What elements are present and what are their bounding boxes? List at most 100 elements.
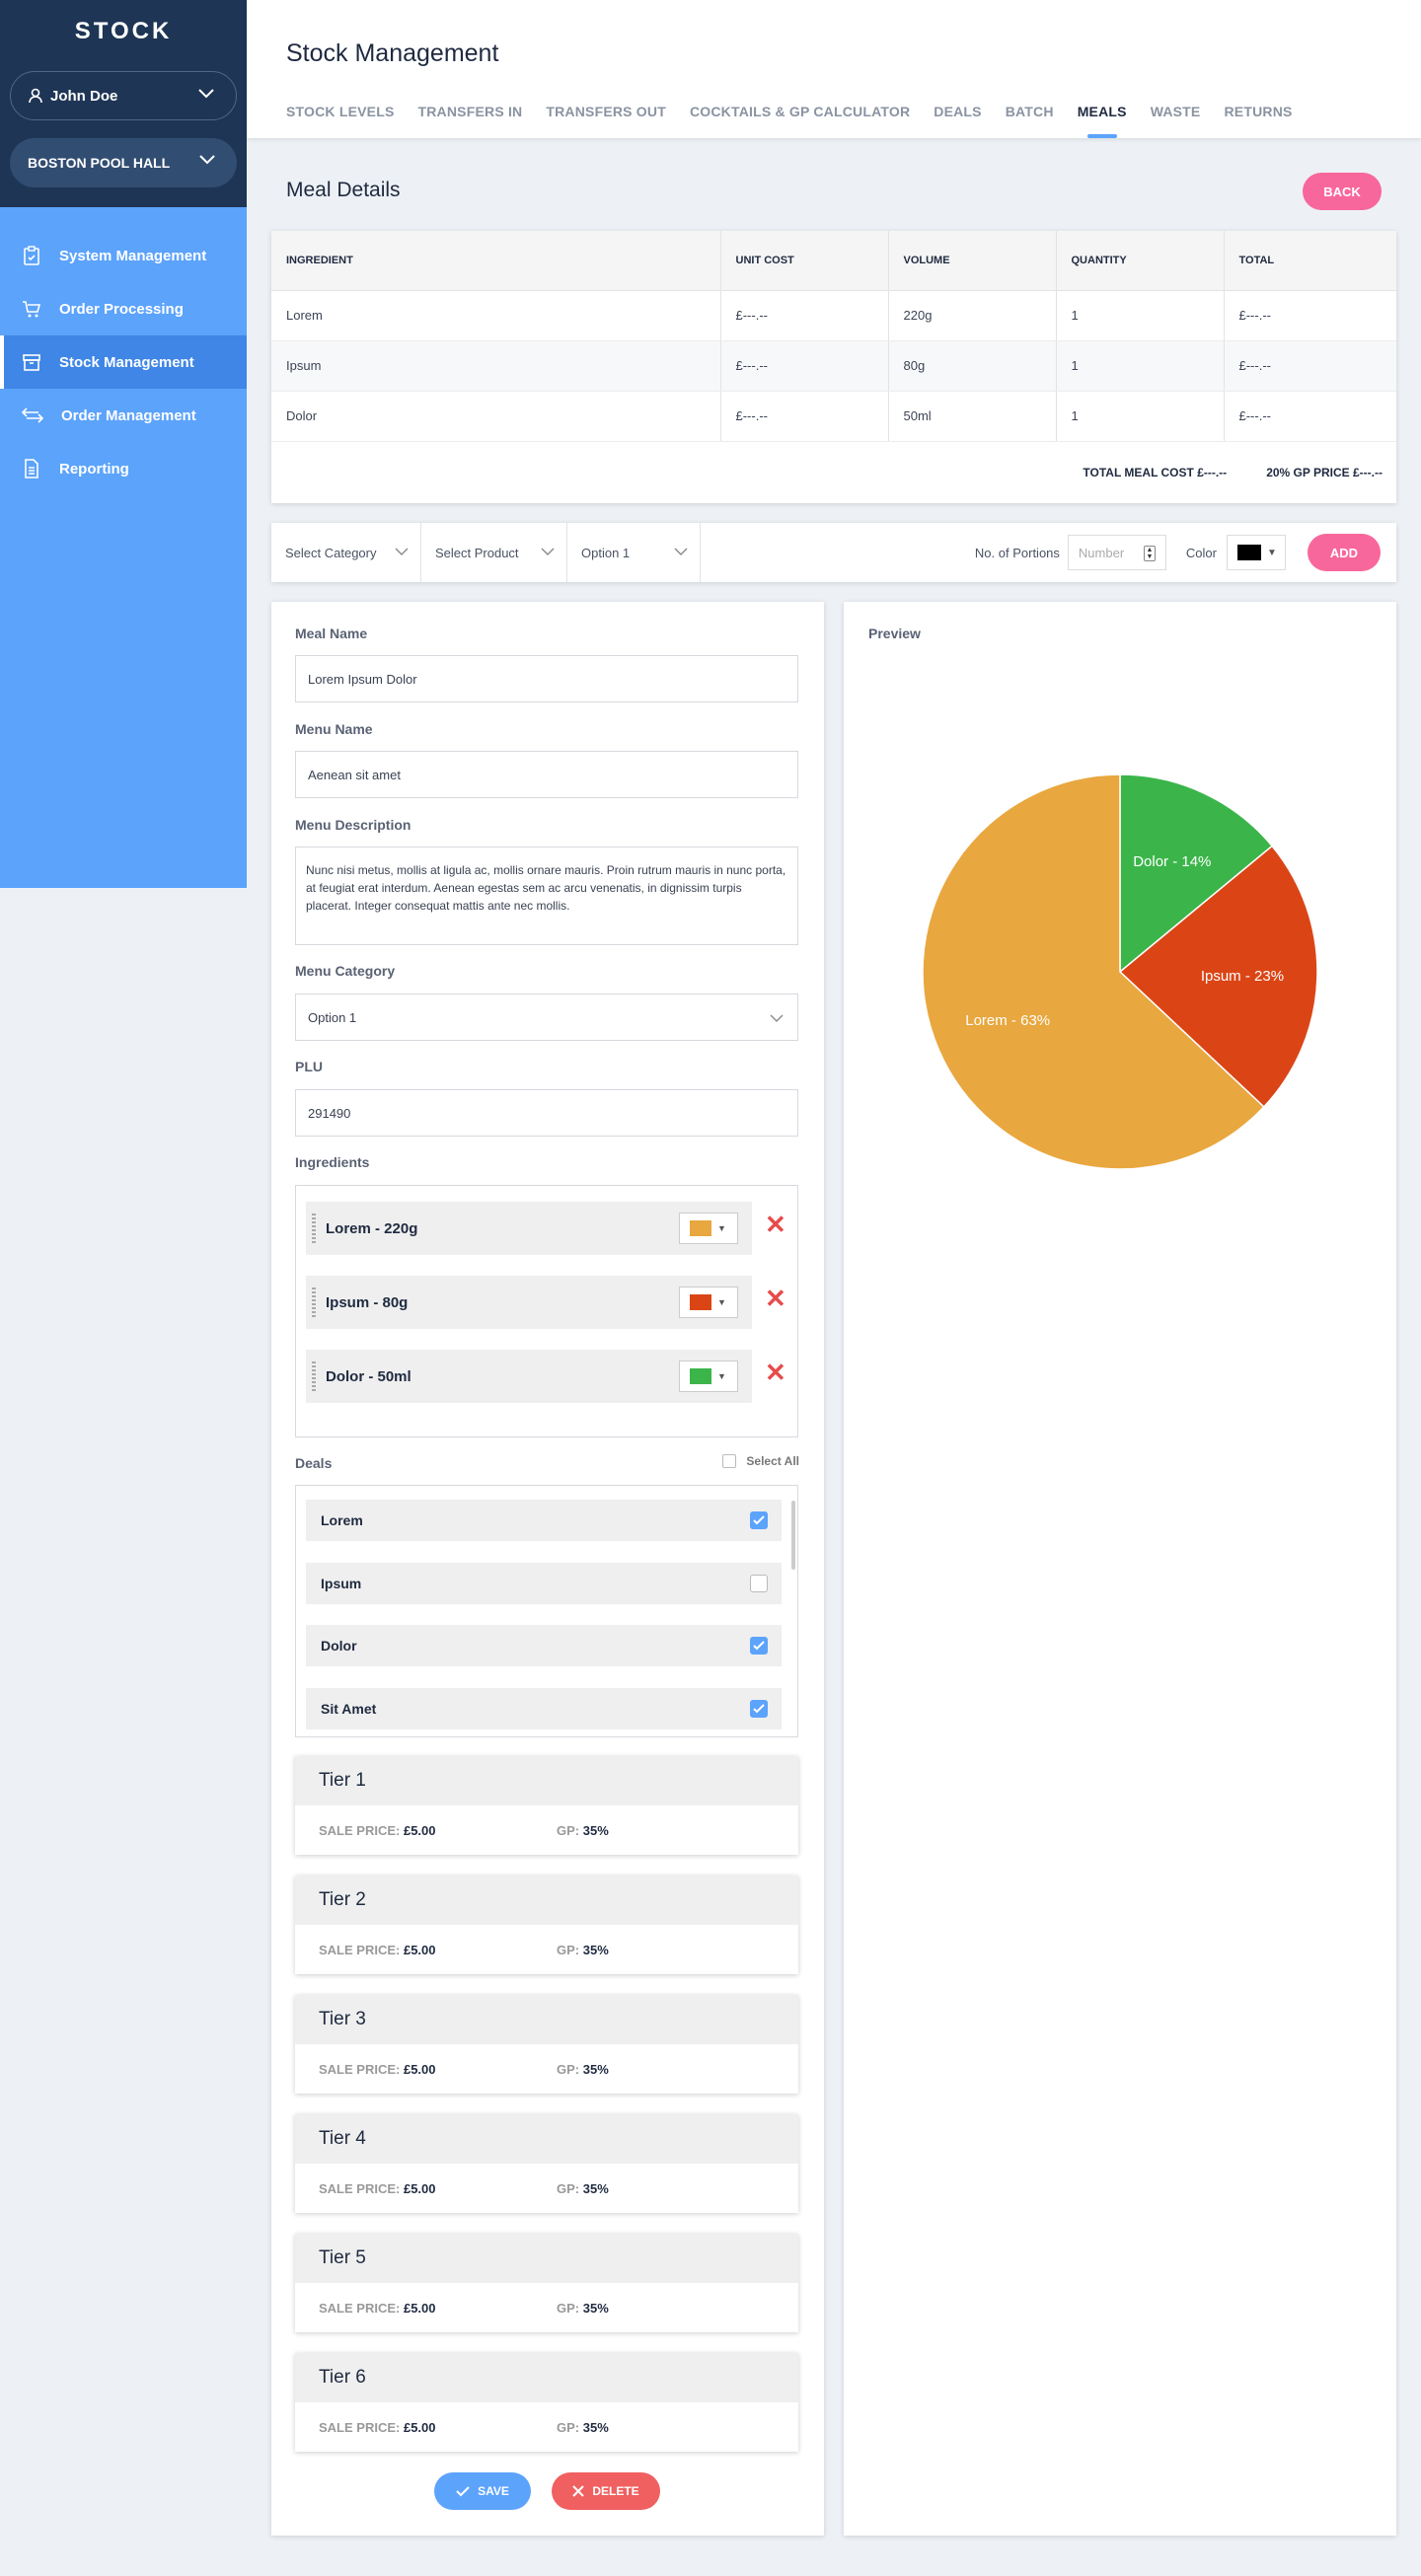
tier-card[interactable]: Tier 5 SALE PRICE: £5.00 GP: 35%	[295, 2234, 798, 2332]
ingredient-label: Dolor - 50ml	[326, 1367, 411, 1385]
sale-price-value: £5.00	[403, 2061, 436, 2077]
ingredient-item[interactable]: Lorem - 220g ▼	[306, 1202, 752, 1255]
column-header: TOTAL	[1223, 231, 1396, 291]
portions-input[interactable]: Number ▲ ▼	[1067, 535, 1166, 570]
tab-returns[interactable]: RETURNS	[1224, 104, 1292, 138]
sale-price-label: SALE PRICE:	[319, 2300, 401, 2316]
menu-name-label: Menu Name	[295, 721, 373, 737]
sidebar-item-order-management[interactable]: Order Management	[0, 389, 247, 442]
spinner-icon[interactable]: ▲ ▼	[1143, 546, 1156, 561]
sidebar-nav: System Management Order Processing Stock…	[0, 207, 247, 495]
remove-icon[interactable]: ✕	[765, 1210, 786, 1240]
meal-form-card: Meal Name Lorem Ipsum Dolor Menu Name Ae…	[271, 602, 824, 2536]
deal-label: Lorem	[321, 1512, 363, 1528]
deal-item[interactable]: Lorem	[306, 1500, 782, 1541]
ingredient-color-picker[interactable]: ▼	[679, 1213, 738, 1244]
pie-chart: Dolor - 14% Ipsum - 23% Lorem - 63%	[922, 773, 1318, 1170]
tier-card[interactable]: Tier 4 SALE PRICE: £5.00 GP: 35%	[295, 2114, 798, 2213]
color-swatch	[690, 1220, 711, 1236]
save-label: SAVE	[478, 2484, 509, 2498]
ingredient-item[interactable]: Dolor - 50ml ▼	[306, 1350, 752, 1403]
drag-handle-icon[interactable]	[312, 1214, 316, 1243]
tab-waste[interactable]: WASTE	[1151, 104, 1201, 138]
table-row: Dolor £---.-- 50ml 1 £---.--	[271, 391, 1396, 442]
sidebar-item-system-management[interactable]: System Management	[0, 229, 247, 282]
menu-category-select[interactable]: Option 1	[295, 994, 798, 1041]
save-button[interactable]: SAVE	[434, 2472, 531, 2510]
select-all[interactable]: Select All	[722, 1454, 799, 1468]
sale-price-label: SALE PRICE:	[319, 2180, 401, 2196]
tier-card[interactable]: Tier 2 SALE PRICE: £5.00 GP: 35%	[295, 1876, 798, 1974]
deal-item[interactable]: Dolor	[306, 1625, 782, 1666]
tab-batch[interactable]: BATCH	[1006, 104, 1054, 138]
sale-price-value: £5.00	[403, 2180, 436, 2196]
meal-name-input[interactable]: Lorem Ipsum Dolor	[295, 655, 798, 702]
sidebar-item-reporting[interactable]: Reporting	[0, 442, 247, 495]
gp-group: GP: 35%	[557, 2062, 609, 2077]
ingredient-color-picker[interactable]: ▼	[679, 1361, 738, 1392]
tier-card[interactable]: Tier 1 SALE PRICE: £5.00 GP: 35%	[295, 1756, 798, 1855]
cell: 1	[1055, 340, 1224, 392]
remove-icon[interactable]: ✕	[765, 1358, 786, 1388]
ingredients-table-card: INGREDIENT UNIT COST VOLUME QUANTITY TOT…	[271, 231, 1396, 503]
gp-label: GP:	[557, 2300, 580, 2316]
add-button[interactable]: ADD	[1308, 534, 1381, 571]
deal-item[interactable]: Ipsum	[306, 1563, 782, 1604]
tier-name: Tier 6	[295, 2353, 798, 2402]
deal-checkbox[interactable]	[750, 1511, 768, 1529]
ingredients-list: Lorem - 220g ▼ ✕ Ipsum - 80g ▼ ✕ Dolor -…	[295, 1185, 798, 1437]
column-header: VOLUME	[887, 231, 1056, 291]
column-header: UNIT COST	[719, 231, 888, 291]
drag-handle-icon[interactable]	[312, 1362, 316, 1391]
remove-icon[interactable]: ✕	[765, 1284, 786, 1314]
color-picker[interactable]: ▼	[1227, 535, 1286, 570]
deal-checkbox[interactable]	[750, 1637, 768, 1655]
tier-details: SALE PRICE: £5.00 GP: 35%	[295, 2283, 798, 2332]
user-menu[interactable]: John Doe	[10, 71, 237, 120]
cell: Lorem	[271, 290, 720, 341]
delete-label: DELETE	[592, 2484, 639, 2498]
deal-item[interactable]: Sit Amet	[306, 1688, 782, 1730]
drag-handle-icon[interactable]	[312, 1288, 316, 1317]
tier-details: SALE PRICE: £5.00 GP: 35%	[295, 2402, 798, 2452]
tab-transfers-out[interactable]: TRANSFERS OUT	[546, 104, 666, 138]
deal-label: Ipsum	[321, 1576, 362, 1591]
deal-checkbox[interactable]	[750, 1575, 768, 1592]
plu-input[interactable]: 291490	[295, 1089, 798, 1137]
portions-placeholder: Number	[1078, 545, 1125, 560]
tab-deals[interactable]: DEALS	[934, 104, 981, 138]
cell: £---.--	[719, 391, 888, 442]
ingredient-item[interactable]: Ipsum - 80g ▼	[306, 1276, 752, 1329]
deal-checkbox[interactable]	[750, 1700, 768, 1718]
sidebar-item-order-processing[interactable]: Order Processing	[0, 282, 247, 335]
tab-stock-levels[interactable]: STOCK LEVELS	[286, 104, 395, 138]
option-select[interactable]: Option 1	[567, 523, 701, 582]
tab-cocktails-gp-calculator[interactable]: COCKTAILS & GP CALCULATOR	[690, 104, 910, 138]
venue-selector[interactable]: BOSTON POOL HALL	[10, 138, 237, 187]
page-title: Stock Management	[286, 39, 499, 67]
tab-bar: STOCK LEVELS TRANSFERS IN TRANSFERS OUT …	[286, 104, 1316, 138]
gp-price: 20% GP PRICE £---.--	[1266, 465, 1383, 479]
sidebar-item-label: Reporting	[59, 460, 129, 478]
delete-button[interactable]: DELETE	[552, 2472, 660, 2510]
tab-transfers-in[interactable]: TRANSFERS IN	[418, 104, 523, 138]
menu-name-input[interactable]: Aenean sit amet	[295, 751, 798, 798]
cell: Ipsum	[271, 340, 720, 392]
menu-description-textarea[interactable]: Nunc nisi metus, mollis at ligula ac, mo…	[295, 846, 798, 945]
checkmark-icon	[753, 1515, 765, 1525]
tier-card[interactable]: Tier 3 SALE PRICE: £5.00 GP: 35%	[295, 1995, 798, 2094]
cell: £---.--	[719, 340, 888, 392]
tier-card[interactable]: Tier 6 SALE PRICE: £5.00 GP: 35%	[295, 2353, 798, 2452]
tab-meals[interactable]: MEALS	[1078, 104, 1127, 138]
ingredient-color-picker[interactable]: ▼	[679, 1287, 738, 1318]
sidebar-item-stock-management[interactable]: Stock Management	[0, 335, 247, 389]
portions-group: No. of Portions Number ▲ ▼ Color ▼ ADD	[975, 534, 1396, 571]
select-all-checkbox[interactable]	[722, 1454, 737, 1468]
portions-label: No. of Portions	[974, 545, 1060, 560]
product-select[interactable]: Select Product	[421, 523, 567, 582]
category-select[interactable]: Select Category	[271, 523, 421, 582]
add-ingredient-bar: Select Category Select Product Option 1 …	[271, 523, 1396, 582]
column-header: QUANTITY	[1055, 231, 1224, 291]
scrollbar[interactable]	[791, 1501, 795, 1570]
back-button[interactable]: BACK	[1303, 173, 1382, 210]
